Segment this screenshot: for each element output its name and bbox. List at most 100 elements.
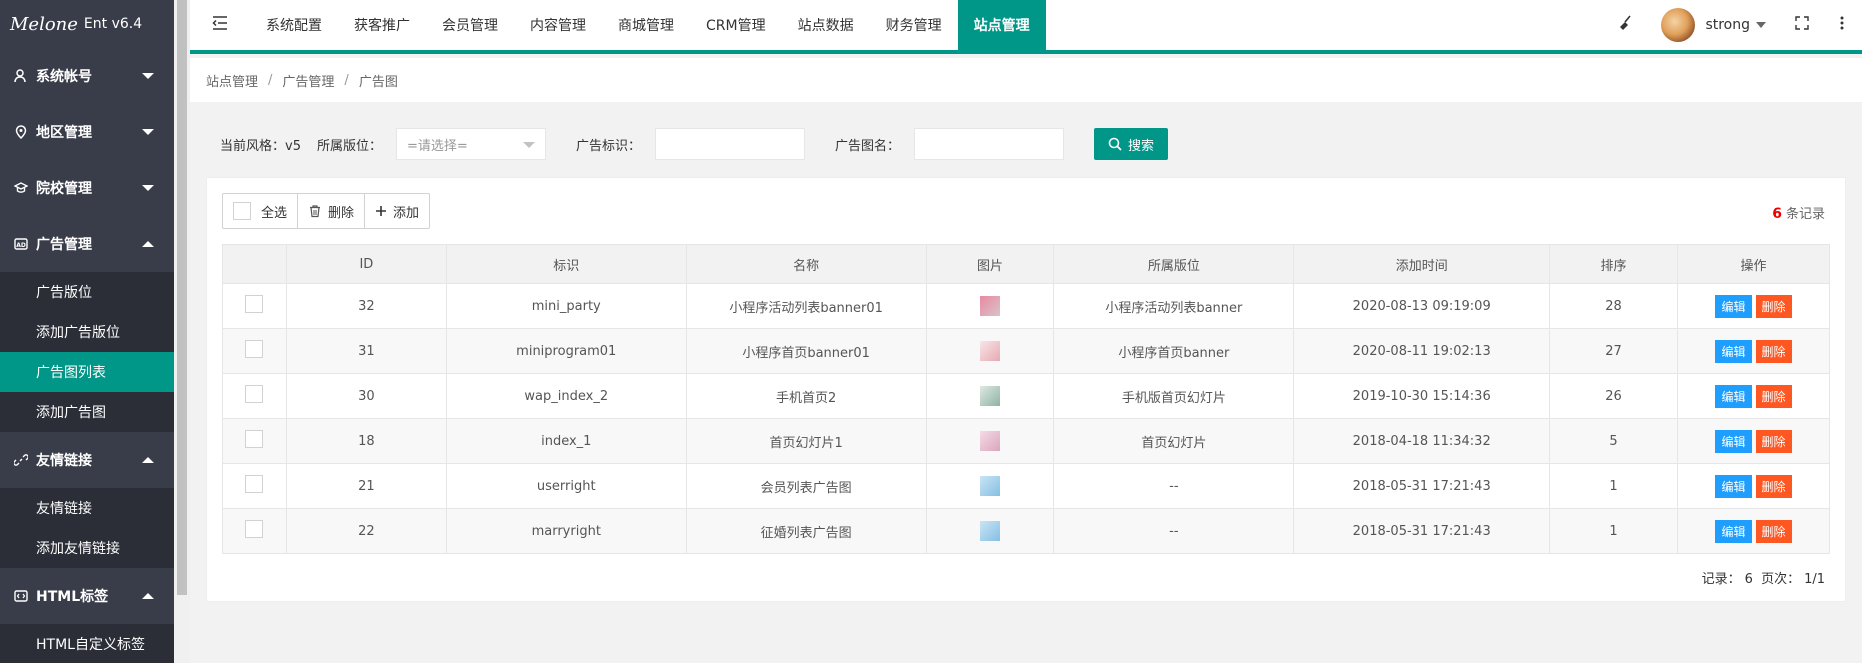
style-label: 当前风格： [220,138,286,154]
filter-bar: 当前风格：v5 所属版位： =请选择= 广告标识： 广告图名： 搜索 [220,128,1169,160]
edit-button[interactable]: 编辑 [1715,474,1752,498]
nav-mall[interactable]: 商城管理 [602,0,690,50]
column-header-name: 名称 [685,244,927,284]
sidebar-item-add-ad-image[interactable]: 添加广告图 [0,392,174,432]
pagination-info: 记录： 6 页次： 1/1 [1698,568,1825,587]
select-all-button[interactable]: 全选 [223,194,299,228]
edit-button[interactable]: 编辑 [1715,339,1752,363]
nav-content[interactable]: 内容管理 [514,0,602,50]
breadcrumb-item[interactable]: 站点管理 [206,71,258,90]
search-button[interactable]: 搜索 [1094,128,1169,160]
cell-order: 27 [1549,328,1679,374]
pager-records-label: 记录： [1701,572,1741,587]
sidebar-item-add-ad-position[interactable]: 添加广告版位 [0,312,174,352]
delete-row-button[interactable]: 删除 [1755,519,1792,543]
sidebar-item-html-custom-tags[interactable]: HTML自定义标签 [0,624,174,663]
style-value: v5 [285,138,301,154]
chevron-down-icon [1756,22,1766,28]
delete-row-button[interactable]: 删除 [1755,429,1792,453]
tag-input[interactable] [655,128,806,160]
cell-name: 小程序活动列表banner01 [685,283,927,329]
cell-time: 2019-10-30 15:14:36 [1293,373,1551,419]
cell-id: 18 [285,418,447,464]
sidebar-group-ads[interactable]: AD 广告管理 [0,216,174,272]
record-count-number: 6 [1772,206,1782,222]
thumbnail-image[interactable] [980,521,1000,541]
clear-cache-button[interactable] [1605,0,1645,50]
thumbnail-image[interactable] [980,476,1000,496]
chevron-down-icon [142,129,154,135]
nav-site-management[interactable]: 站点管理 [957,0,1046,50]
sidebar-item-add-link[interactable]: 添加友情链接 [0,528,174,568]
menu-collapse-icon [212,16,228,34]
row-checkbox[interactable] [245,430,264,448]
ad-image-table: ID 标识 名称 图片 所属版位 添加时间 排序 操作 32 mini_part… [222,244,1830,554]
cell-order: 26 [1549,373,1679,419]
cell-tag: index_1 [445,418,687,464]
sidebar-group-html-tags[interactable]: HTML标签 [0,568,174,624]
sidebar-group-school[interactable]: 院校管理 [0,160,174,216]
sidebar-item-ad-image-list[interactable]: 广告图列表 [0,352,174,392]
table-row: 21 userright 会员列表广告图 -- 2018-05-31 17:21… [222,463,1830,509]
sidebar-scrollbar[interactable] [174,0,190,663]
breadcrumb-item[interactable]: 广告管理 [282,71,334,90]
column-header-tag: 标识 [445,244,687,284]
delete-row-button[interactable]: 删除 [1755,384,1792,408]
select-all-checkbox[interactable] [233,202,251,220]
cell-time: 2018-04-18 11:34:32 [1293,418,1551,464]
column-header-actions: 操作 [1677,244,1830,284]
cell-position: 小程序活动列表banner [1053,283,1295,329]
sidebar-group-system-account[interactable]: 系统帐号 [0,48,174,104]
user-menu[interactable]: strong [1645,8,1782,42]
column-header-image: 图片 [925,244,1055,284]
row-checkbox[interactable] [245,340,264,358]
edit-button[interactable]: 编辑 [1715,429,1752,453]
sidebar-group-region[interactable]: 地区管理 [0,104,174,160]
row-checkbox[interactable] [245,295,264,313]
cell-position: -- [1053,508,1295,554]
sidebar-item-ad-positions[interactable]: 广告版位 [0,272,174,312]
edit-button[interactable]: 编辑 [1715,384,1752,408]
more-button[interactable] [1822,0,1862,50]
code-icon [12,587,30,605]
sidebar-group-label: 地区管理 [36,125,92,141]
thumbnail-image[interactable] [980,296,1000,316]
nav-finance[interactable]: 财务管理 [870,0,958,50]
delete-row-button[interactable]: 删除 [1755,339,1792,363]
delete-row-button[interactable]: 删除 [1755,474,1792,498]
row-checkbox[interactable] [245,520,264,538]
cell-position: 手机版首页幻灯片 [1053,373,1295,419]
nav-members[interactable]: 会员管理 [426,0,514,50]
scrollbar-thumb[interactable] [177,0,187,595]
nav-crm[interactable]: CRM管理 [690,0,782,50]
cell-order: 1 [1549,508,1679,554]
cell-id: 22 [285,508,447,554]
row-checkbox[interactable] [245,385,264,403]
delete-button[interactable]: 删除 [298,194,366,228]
menu-toggle-button[interactable] [190,0,250,50]
nav-system-config[interactable]: 系统配置 [250,0,338,50]
row-checkbox[interactable] [245,475,264,493]
delete-row-button[interactable]: 删除 [1755,294,1792,318]
add-button[interactable]: 添加 [365,194,429,228]
brand-logo: Melone [10,13,78,35]
thumbnail-image[interactable] [980,431,1000,451]
sidebar-group-links[interactable]: 友情链接 [0,432,174,488]
cell-order: 1 [1549,463,1679,509]
name-input[interactable] [914,128,1065,160]
nav-promotion[interactable]: 获客推广 [338,0,426,50]
position-select-value: =请选择= [407,138,468,154]
sidebar-group-label: 院校管理 [36,181,92,197]
app-logo[interactable]: Melone Ent v6.4 [0,0,174,48]
search-button-label: 搜索 [1128,138,1155,154]
fullscreen-button[interactable] [1782,0,1822,50]
nav-site-data[interactable]: 站点数据 [782,0,870,50]
column-header-id: ID [285,244,447,284]
thumbnail-image[interactable] [980,386,1000,406]
thumbnail-image[interactable] [980,341,1000,361]
edit-button[interactable]: 编辑 [1715,519,1752,543]
sidebar-item-links[interactable]: 友情链接 [0,488,174,528]
edit-button[interactable]: 编辑 [1715,294,1752,318]
position-select[interactable]: =请选择= [396,128,546,160]
chevron-down-icon [142,185,154,191]
